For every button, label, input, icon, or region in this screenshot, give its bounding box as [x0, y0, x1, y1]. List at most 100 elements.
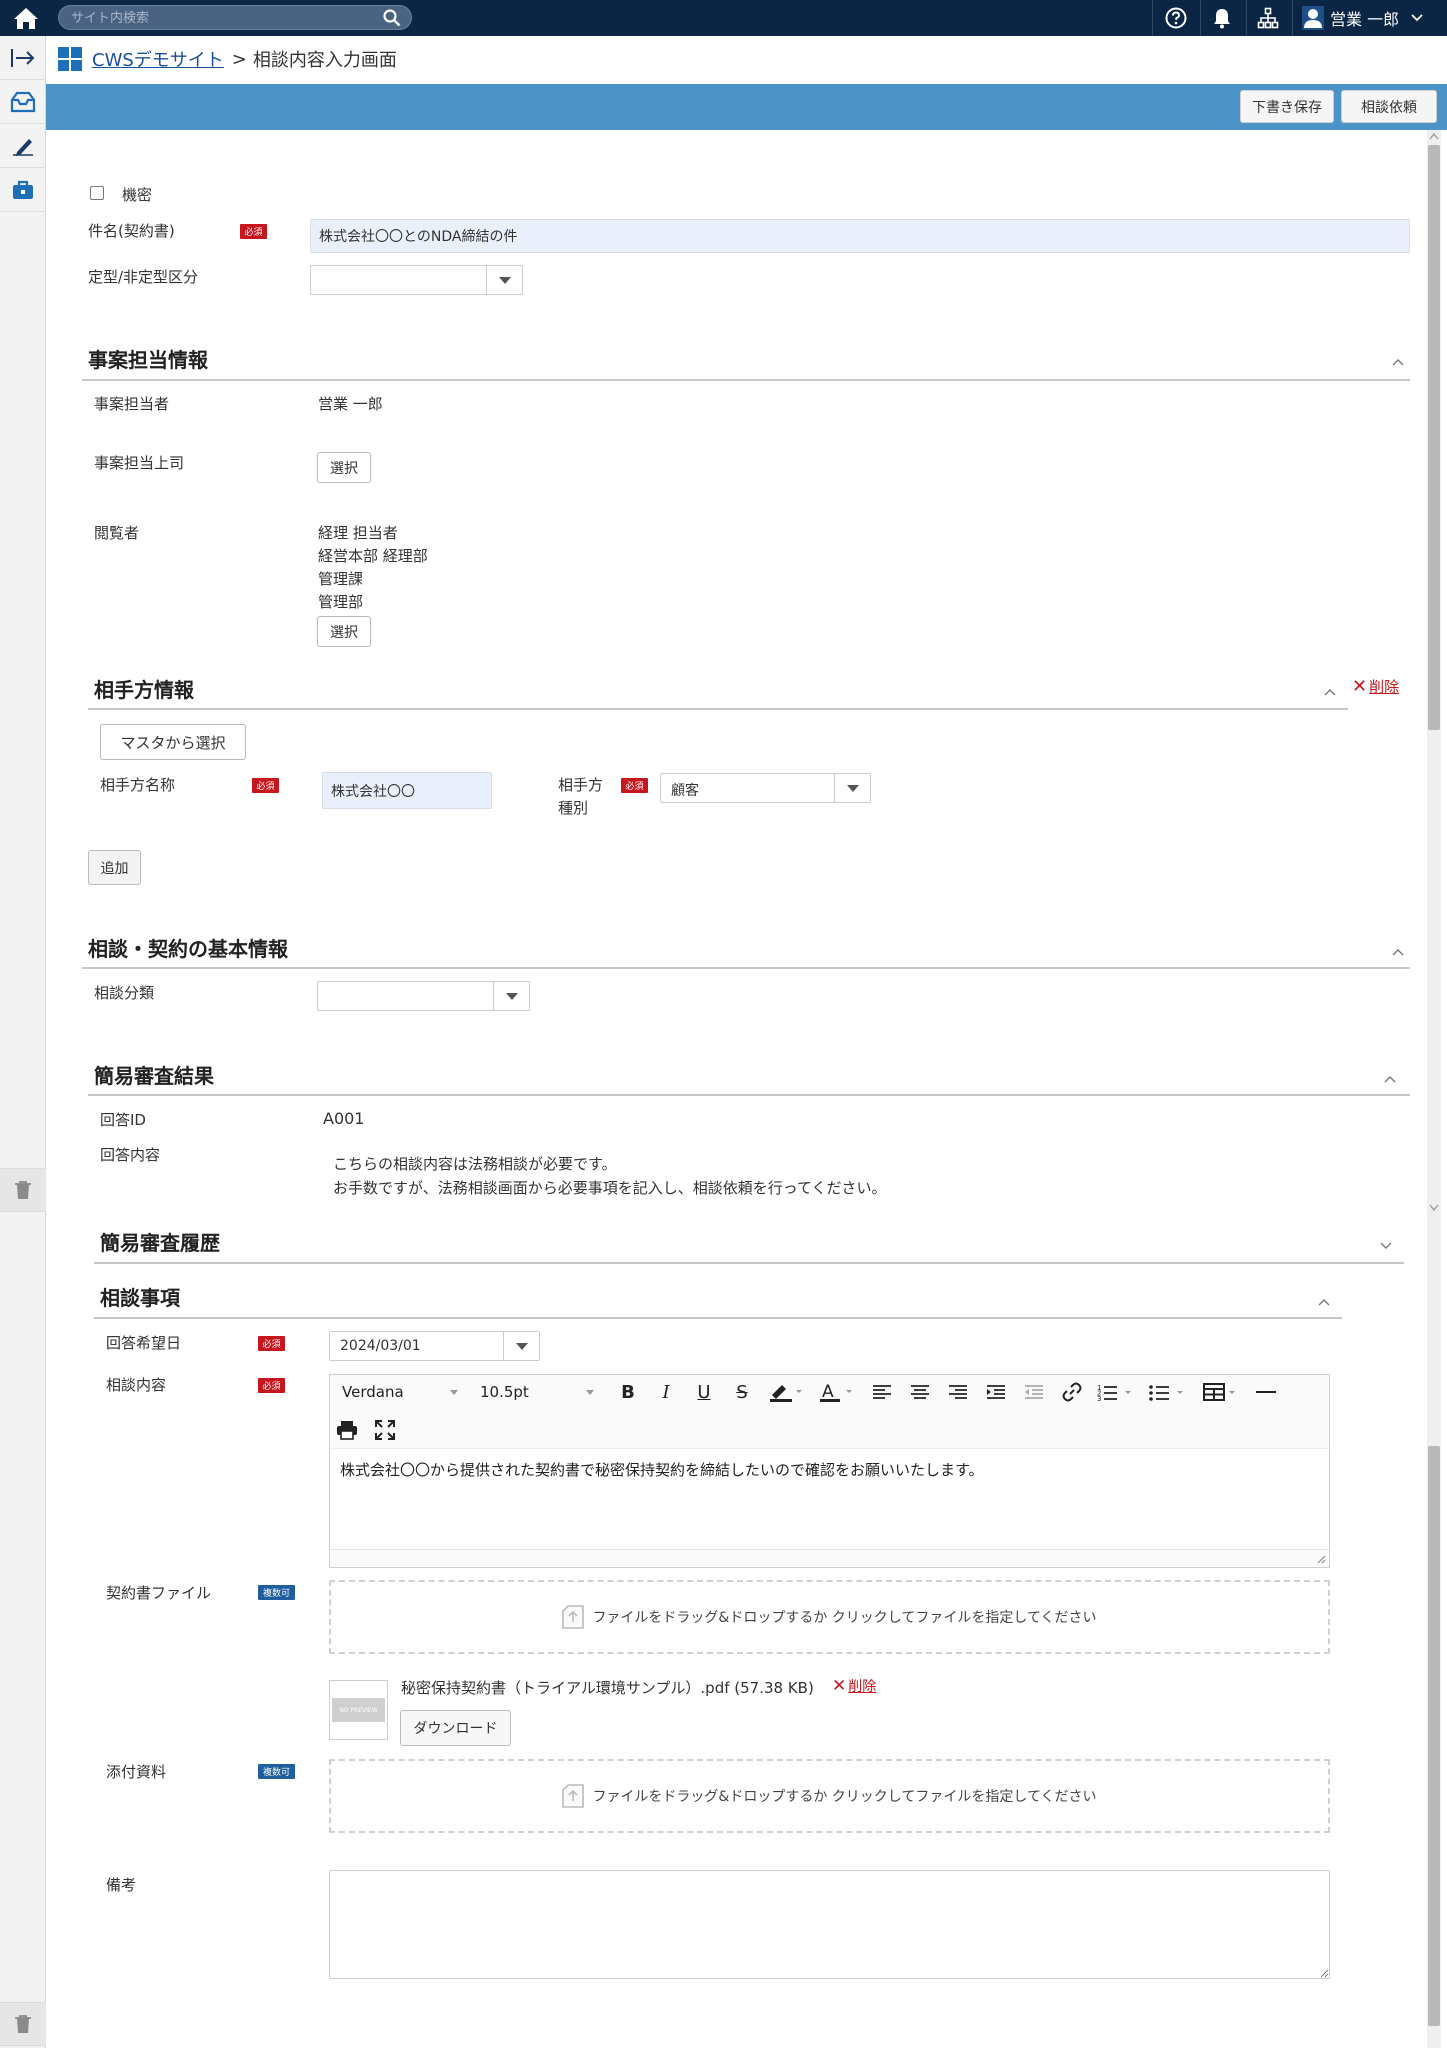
- subject-label: 件名(契約書): [88, 222, 175, 240]
- user-menu[interactable]: 営業 一郎: [1302, 0, 1444, 36]
- party-kind-select[interactable]: 顧客: [660, 773, 871, 803]
- search-input[interactable]: [71, 8, 371, 28]
- resize-handle-icon[interactable]: [1316, 1554, 1326, 1564]
- file-delete-link[interactable]: ✕ 削除: [832, 1676, 876, 1696]
- section-title-history: 簡易審査履歴: [100, 1231, 220, 1255]
- help-icon[interactable]: [1160, 0, 1192, 36]
- confidential-checkbox[interactable]: [90, 186, 104, 200]
- sidebar-item-toolbox[interactable]: [0, 168, 46, 212]
- viewer-item: 管理部: [318, 593, 364, 611]
- text-color-icon[interactable]: A: [814, 1375, 858, 1409]
- contract-file-label: 契約書ファイル: [106, 1584, 212, 1602]
- no-preview-placeholder: NO PREVIEW: [332, 1698, 385, 1722]
- numbered-list-icon[interactable]: 123: [1094, 1375, 1138, 1409]
- section-divider: [82, 379, 1410, 381]
- viewers-select-button[interactable]: 選択: [317, 616, 371, 647]
- party-delete-link[interactable]: ✕ 削除: [1352, 676, 1399, 697]
- expand-arrow-icon: [11, 48, 35, 67]
- horizontal-rule-icon[interactable]: [1250, 1375, 1282, 1409]
- note-textarea[interactable]: [329, 1870, 1330, 1979]
- contract-file-dropzone[interactable]: ファイルをドラッグ&ドロップするか クリックしてファイルを指定してください: [329, 1580, 1330, 1654]
- chevron-up-icon[interactable]: [1384, 1075, 1396, 1083]
- top-bar: 営業 一郎: [0, 0, 1447, 36]
- bullet-list-icon[interactable]: [1146, 1375, 1190, 1409]
- section-title-case: 事案担当情報: [88, 348, 208, 372]
- trash-icon: [15, 1181, 31, 1199]
- party-name-input[interactable]: 株式会社〇〇: [322, 772, 492, 809]
- align-right-icon[interactable]: [942, 1375, 974, 1409]
- chevron-down-icon[interactable]: [1380, 1242, 1392, 1250]
- category-select[interactable]: [317, 981, 530, 1011]
- sidebar-item-edit[interactable]: [0, 124, 46, 168]
- search-icon[interactable]: [383, 9, 401, 31]
- scrollbar-thumb[interactable]: [1428, 145, 1440, 730]
- type-select[interactable]: [310, 265, 523, 295]
- subject-input[interactable]: 株式会社〇〇とのNDA締結の件: [310, 219, 1410, 253]
- file-thumbnail[interactable]: NO PREVIEW: [329, 1680, 388, 1740]
- chevron-up-icon[interactable]: [1318, 1298, 1330, 1306]
- request-button[interactable]: 相談依頼: [1341, 90, 1437, 123]
- scroll-down-icon[interactable]: [1429, 1204, 1439, 1212]
- caret-down-icon: [493, 982, 529, 1010]
- italic-icon[interactable]: I: [650, 1375, 682, 1409]
- breadcrumb-site-link[interactable]: CWSデモサイト: [92, 46, 224, 72]
- print-icon[interactable]: [330, 1413, 364, 1447]
- page-title: 相談内容入力画面: [252, 50, 397, 71]
- chevron-up-icon[interactable]: [1324, 688, 1336, 696]
- align-center-icon[interactable]: [904, 1375, 936, 1409]
- add-party-button[interactable]: 追加: [88, 850, 141, 885]
- chevron-up-icon[interactable]: [1392, 948, 1404, 956]
- sidebar-item-inbox[interactable]: [0, 80, 46, 124]
- font-size-select[interactable]: 10.5pt: [474, 1375, 600, 1409]
- topbar-divider: [1246, 0, 1247, 36]
- user-name: 営業 一郎: [1330, 10, 1400, 29]
- chevron-up-icon[interactable]: [1392, 358, 1404, 366]
- required-badge: 必須: [621, 778, 648, 793]
- action-band: 下書き保存 相談依頼: [46, 84, 1447, 130]
- answer-id-value: A001: [323, 1109, 365, 1128]
- editor-content[interactable]: 株式会社〇〇から提供された契約書で秘密保持契約を締結したいので確認をお願いいたし…: [340, 1459, 984, 1480]
- bold-icon[interactable]: B: [612, 1375, 644, 1409]
- highlight-color-icon[interactable]: [764, 1375, 808, 1409]
- confidential-label: 機密: [122, 186, 153, 204]
- scrollbar-thumb-lower[interactable]: [1428, 1446, 1440, 2026]
- required-badge: 必須: [258, 1336, 285, 1351]
- align-left-icon[interactable]: [866, 1375, 898, 1409]
- attachment-dropzone[interactable]: ファイルをドラッグ&ドロップするか クリックしてファイルを指定してください: [329, 1759, 1330, 1833]
- scroll-up-icon[interactable]: [1429, 132, 1439, 140]
- home-icon[interactable]: [8, 0, 44, 36]
- underline-icon[interactable]: U: [688, 1375, 720, 1409]
- boss-select-button[interactable]: 選択: [317, 452, 371, 483]
- font-family-select[interactable]: Verdana: [336, 1375, 464, 1409]
- section-divider: [88, 708, 1348, 710]
- user-icon: [1302, 6, 1324, 30]
- file-upload-icon: [562, 1784, 585, 1808]
- section-divider: [82, 967, 1410, 969]
- font-family-value: Verdana: [342, 1383, 404, 1401]
- section-divider: [94, 1317, 1342, 1319]
- close-icon: ✕: [832, 1676, 847, 1696]
- download-button[interactable]: ダウンロード: [400, 1710, 511, 1746]
- section-title-party: 相手方情報: [94, 678, 194, 702]
- strikethrough-icon[interactable]: S: [726, 1375, 758, 1409]
- master-select-button[interactable]: マスタから選択: [100, 724, 246, 760]
- breadcrumb: CWSデモサイト > 相談内容入力画面: [58, 46, 397, 72]
- party-kind-label: 相手方: [558, 776, 604, 794]
- note-label: 備考: [106, 1876, 137, 1894]
- sidebar-trash-bottom[interactable]: [0, 2002, 46, 2046]
- indent-icon[interactable]: [980, 1375, 1012, 1409]
- save-draft-button[interactable]: 下書き保存: [1240, 90, 1334, 123]
- bell-icon[interactable]: [1206, 0, 1238, 36]
- fullscreen-icon[interactable]: [368, 1413, 402, 1447]
- link-icon[interactable]: [1056, 1375, 1088, 1409]
- font-size-value: 10.5pt: [480, 1383, 529, 1401]
- sidebar-toggle[interactable]: [0, 36, 46, 80]
- boss-label: 事案担当上司: [94, 454, 185, 472]
- topbar-divider: [1292, 0, 1293, 36]
- outdent-icon[interactable]: [1018, 1375, 1050, 1409]
- sidebar-trash[interactable]: [0, 1168, 46, 1212]
- due-date-picker[interactable]: 2024/03/01: [329, 1331, 540, 1361]
- org-chart-icon[interactable]: [1252, 0, 1284, 36]
- file-upload-icon: [562, 1605, 585, 1629]
- table-icon[interactable]: [1200, 1375, 1244, 1409]
